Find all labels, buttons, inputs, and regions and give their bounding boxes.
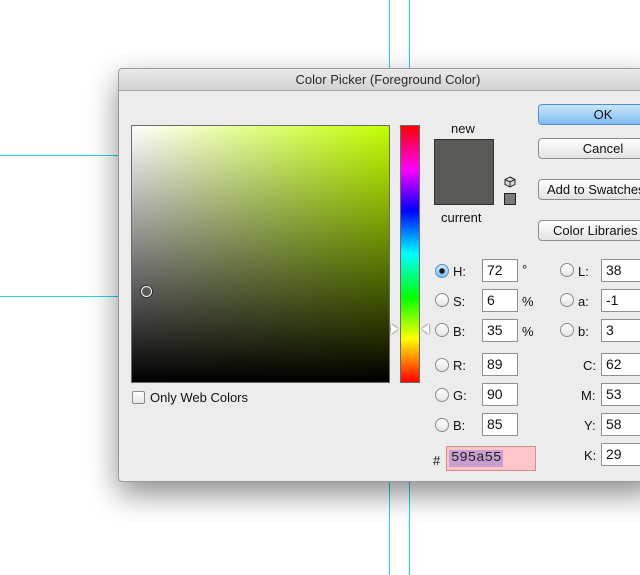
hue-label: H: xyxy=(453,264,466,279)
green-label: G: xyxy=(453,388,467,403)
saturation-radio[interactable] xyxy=(435,293,449,307)
only-web-colors-checkbox[interactable] xyxy=(132,391,145,404)
green-radio[interactable] xyxy=(435,388,449,402)
color-preview-swatch xyxy=(434,139,494,205)
current-color-label: current xyxy=(441,210,482,225)
new-color-swatch xyxy=(435,140,493,172)
magenta-input[interactable]: 53 xyxy=(601,383,640,406)
hue-input[interactable]: 72 xyxy=(482,259,518,282)
color-picker-dialog: Color Picker (Foreground Color) Only Web… xyxy=(118,68,640,482)
blue-input[interactable]: 85 xyxy=(482,413,518,436)
blue-radio[interactable] xyxy=(435,418,449,432)
color-field[interactable] xyxy=(131,125,390,383)
blue-label: B: xyxy=(453,418,466,433)
only-web-colors-label: Only Web Colors xyxy=(150,390,249,405)
red-label: R: xyxy=(453,358,466,373)
hex-prefix: # xyxy=(433,453,441,468)
black-input[interactable]: 29 xyxy=(601,443,640,466)
magenta-label: M: xyxy=(581,388,596,403)
brightness-radio[interactable] xyxy=(435,323,449,337)
ok-button[interactable]: OK xyxy=(538,104,640,125)
hue-slider[interactable] xyxy=(400,125,420,383)
degree-unit: ° xyxy=(522,262,528,277)
window-title[interactable]: Color Picker (Foreground Color) xyxy=(119,69,640,91)
red-radio[interactable] xyxy=(435,358,449,372)
percent-unit: % xyxy=(522,294,534,309)
brightness-input[interactable]: 35 xyxy=(482,319,518,342)
b-channel-input[interactable]: 3 xyxy=(601,319,640,342)
hue-slider-handle-right[interactable] xyxy=(422,324,429,334)
hue-radio[interactable] xyxy=(435,264,449,278)
brightness-label: B: xyxy=(453,324,466,339)
cyan-label: C: xyxy=(583,358,596,373)
a-channel-input[interactable]: -1 xyxy=(601,289,640,312)
lightness-label: L: xyxy=(578,264,589,279)
out-of-gamut-cube-icon[interactable] xyxy=(504,176,516,188)
a-channel-label: a: xyxy=(578,294,589,309)
lightness-input[interactable]: 38 xyxy=(601,259,640,282)
yellow-label: Y: xyxy=(584,418,596,433)
green-input[interactable]: 90 xyxy=(482,383,518,406)
lightness-radio[interactable] xyxy=(560,263,574,277)
yellow-input[interactable]: 58 xyxy=(601,413,640,436)
hue-slider-handle-left[interactable] xyxy=(391,324,398,334)
add-to-swatches-button[interactable]: Add to Swatches xyxy=(538,179,640,200)
cancel-button[interactable]: Cancel xyxy=(538,138,640,159)
b-channel-label: b: xyxy=(578,324,589,339)
saturation-input[interactable]: 6 xyxy=(482,289,518,312)
black-label: K: xyxy=(584,448,597,463)
a-channel-radio[interactable] xyxy=(560,293,574,307)
hex-input[interactable]: 595a55 xyxy=(446,446,536,471)
red-input[interactable]: 89 xyxy=(482,353,518,376)
color-libraries-button[interactable]: Color Libraries xyxy=(538,220,640,241)
saturation-label: S: xyxy=(453,294,466,309)
web-safe-warning-icon[interactable] xyxy=(504,193,516,205)
b-channel-radio[interactable] xyxy=(560,323,574,337)
color-field-cursor[interactable] xyxy=(141,286,152,297)
current-color-swatch[interactable] xyxy=(435,172,493,204)
hex-value[interactable]: 595a55 xyxy=(449,450,504,467)
new-color-label: new xyxy=(451,121,475,136)
percent-unit: % xyxy=(522,324,534,339)
cyan-input[interactable]: 62 xyxy=(601,353,640,376)
